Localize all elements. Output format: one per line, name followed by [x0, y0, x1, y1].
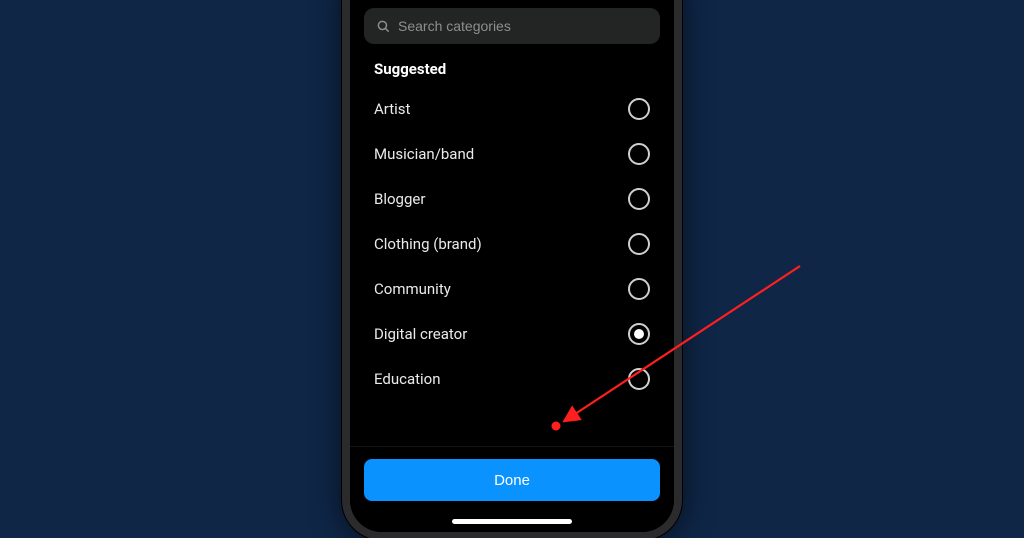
done-button[interactable]: Done	[364, 459, 660, 501]
category-row-education[interactable]: Education	[374, 356, 650, 401]
category-label: Education	[374, 370, 441, 388]
search-container	[350, 8, 674, 54]
category-label: Community	[374, 280, 451, 298]
category-row-community[interactable]: Community	[374, 266, 650, 311]
category-label: Digital creator	[374, 325, 467, 343]
category-label: Artist	[374, 100, 410, 118]
radio-icon[interactable]	[628, 98, 650, 120]
category-row-blogger[interactable]: Blogger	[374, 176, 650, 221]
phone-frame: Suggested Artist Musician/band Blogger C…	[342, 0, 682, 538]
category-row-musician-band[interactable]: Musician/band	[374, 131, 650, 176]
radio-icon[interactable]	[628, 188, 650, 210]
search-bar[interactable]	[364, 8, 660, 44]
category-row-artist[interactable]: Artist	[374, 86, 650, 131]
category-row-digital-creator[interactable]: Digital creator	[374, 311, 650, 356]
radio-icon[interactable]	[628, 278, 650, 300]
search-input[interactable]	[398, 18, 648, 34]
category-label: Clothing (brand)	[374, 235, 482, 253]
radio-icon[interactable]	[628, 368, 650, 390]
footer: Done	[350, 446, 674, 519]
category-list: Artist Musician/band Blogger Clothing (b…	[350, 86, 674, 446]
radio-icon-selected[interactable]	[628, 323, 650, 345]
search-icon	[376, 19, 390, 33]
category-label: Blogger	[374, 190, 425, 208]
radio-icon[interactable]	[628, 143, 650, 165]
phone-screen: Suggested Artist Musician/band Blogger C…	[350, 0, 674, 532]
category-label: Musician/band	[374, 145, 474, 163]
home-indicator[interactable]	[452, 519, 572, 524]
section-header-suggested: Suggested	[350, 54, 674, 86]
category-row-clothing-brand[interactable]: Clothing (brand)	[374, 221, 650, 266]
radio-icon[interactable]	[628, 233, 650, 255]
